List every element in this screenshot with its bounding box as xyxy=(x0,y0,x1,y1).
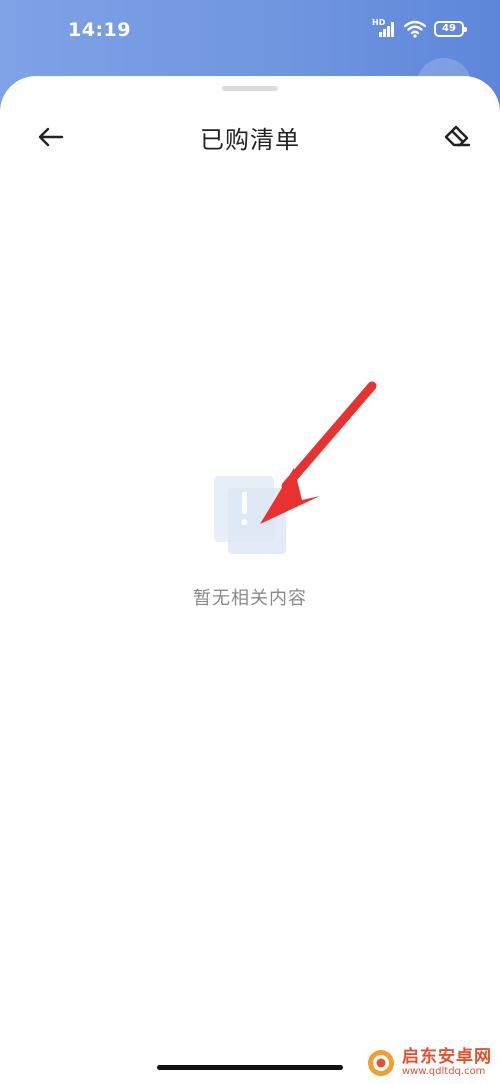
drag-handle[interactable] xyxy=(222,86,278,91)
watermark-logo-icon xyxy=(368,1050,394,1076)
watermark-url: www.qdltdq.com xyxy=(402,1065,486,1077)
signal-icon: HD xyxy=(372,18,396,38)
wifi-icon xyxy=(403,20,427,38)
home-indicator[interactable] xyxy=(157,1065,343,1070)
clean-button[interactable] xyxy=(442,122,472,152)
network-label: HD xyxy=(372,18,386,27)
annotation-arrow-icon xyxy=(260,381,377,524)
status-time: 14:19 xyxy=(68,19,131,41)
empty-message: 暂无相关内容 xyxy=(193,588,307,609)
page-title: 已购清单 xyxy=(200,126,300,154)
battery-icon: 49 xyxy=(434,21,467,37)
status-bar: 14:19 HD 49 xyxy=(0,0,500,62)
navigation-bar: 已购清单 xyxy=(0,112,500,162)
watermark: 启东安卓网 www.qdltdq.com xyxy=(366,1048,492,1078)
status-icons: HD 49 xyxy=(372,18,467,38)
watermark-title: 启东安卓网 xyxy=(402,1046,492,1067)
eraser-icon xyxy=(444,125,471,147)
app-screen: 14:19 HD 49 已购清单 暂无相关内容 启东安卓网 www.qdltdq… xyxy=(0,0,500,1084)
watermark-text: 启东安卓网 www.qdltdq.com xyxy=(402,1046,492,1077)
battery-level: 49 xyxy=(442,23,456,34)
